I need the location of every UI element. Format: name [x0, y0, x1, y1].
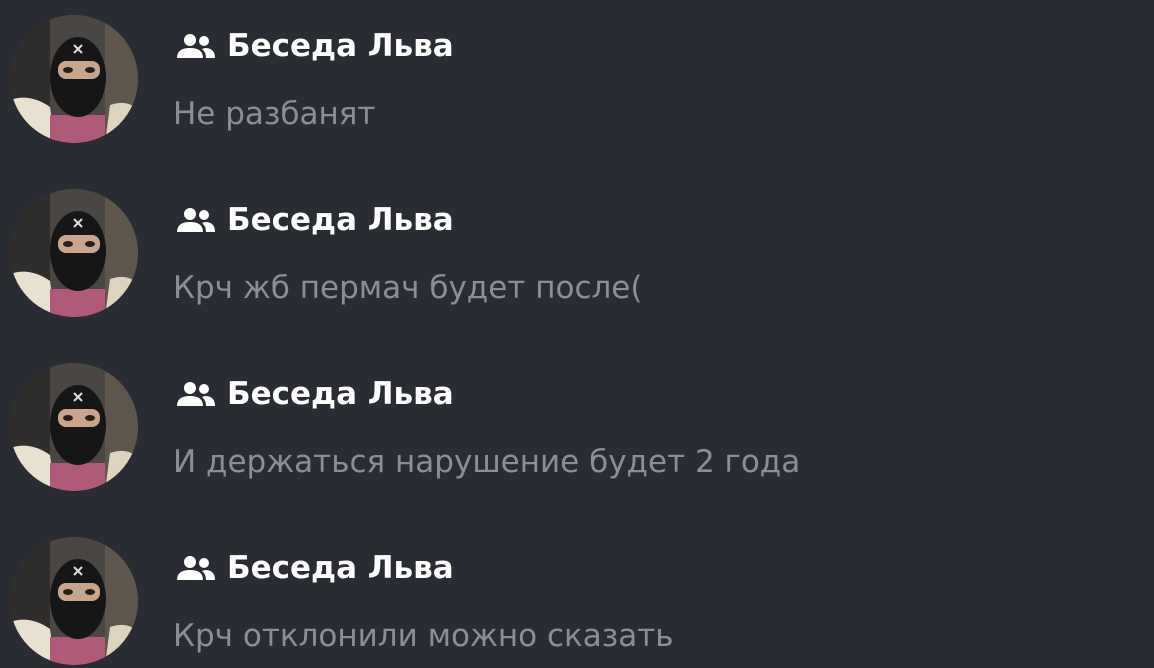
chat-title: Беседа Льва [227, 202, 454, 238]
chat-title: Беседа Льва [227, 550, 454, 586]
avatar[interactable] [10, 537, 138, 665]
title-row: Беседа Льва [175, 374, 454, 414]
conversation-list: Беседа Льва Не разбанят Беседа Льва Крч … [0, 0, 1154, 668]
conversation-item[interactable]: Беседа Льва И держаться нарушение будет … [0, 348, 1154, 522]
group-users-icon [175, 206, 216, 234]
last-message-preview: Крч жб пермач будет после( [173, 270, 643, 306]
conversation-item[interactable]: Беседа Льва Крч жб пермач будет после( [0, 174, 1154, 348]
last-message-preview: И держаться нарушение будет 2 года [173, 444, 801, 480]
title-row: Беседа Льва [175, 548, 454, 588]
group-users-icon [175, 32, 216, 60]
group-users-icon [175, 554, 216, 582]
avatar[interactable] [10, 363, 138, 491]
conversation-item[interactable]: Беседа Льва Крч отклонили можно сказать [0, 522, 1154, 668]
last-message-preview: Не разбанят [173, 96, 376, 132]
title-row: Беседа Льва [175, 26, 454, 66]
chat-title: Беседа Льва [227, 28, 454, 64]
group-users-icon [175, 380, 216, 408]
chat-title: Беседа Льва [227, 376, 454, 412]
last-message-preview: Крч отклонили можно сказать [173, 618, 674, 654]
avatar[interactable] [10, 15, 138, 143]
conversation-item[interactable]: Беседа Льва Не разбанят [0, 0, 1154, 174]
title-row: Беседа Льва [175, 200, 454, 240]
avatar[interactable] [10, 189, 138, 317]
